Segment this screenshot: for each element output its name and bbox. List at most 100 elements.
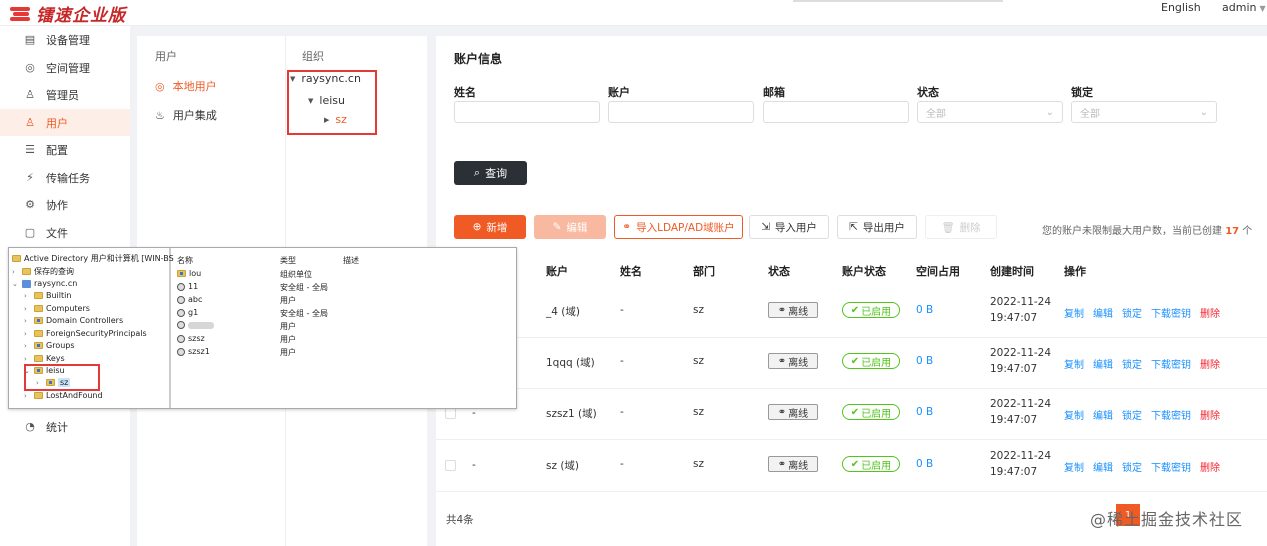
redacted-name	[188, 321, 214, 329]
name-filter-input[interactable]	[454, 101, 600, 123]
name-cell: -	[620, 406, 624, 418]
collab-icon: ⚙	[25, 198, 35, 211]
download-key-link[interactable]: 下载密钥	[1151, 407, 1191, 422]
delete-link[interactable]: 删除	[1200, 459, 1220, 474]
list-item[interactable]: abc	[177, 295, 202, 304]
group-icon	[177, 308, 185, 317]
lock-link[interactable]: 锁定	[1122, 407, 1142, 422]
row-checkbox[interactable]	[445, 460, 456, 471]
copy-link[interactable]: 复制	[1064, 356, 1084, 371]
col-ops: 操作	[1064, 265, 1086, 278]
ad-node-computers[interactable]: › Computers	[24, 304, 90, 313]
export-users-button[interactable]: ⇱ 导出用户	[837, 215, 917, 239]
status-filter-select[interactable]: 全部 ⌄	[917, 101, 1063, 123]
space-cell[interactable]: 0 B	[916, 406, 933, 418]
top-search-bar[interactable]	[793, 0, 1003, 2]
email-filter-input[interactable]	[763, 101, 909, 123]
edit-link[interactable]: 编辑	[1093, 459, 1113, 474]
account-cell: sz (域)	[546, 460, 580, 472]
lock-link[interactable]: 锁定	[1122, 356, 1142, 371]
sidebar-item-stats[interactable]: ◔ 统计	[0, 413, 130, 440]
lock-link[interactable]: 锁定	[1122, 459, 1142, 474]
account-status-badge: ✔ 已启用	[842, 302, 900, 318]
ad-node-keys[interactable]: › Keys	[24, 354, 65, 363]
user-integration-item[interactable]: ♨ 用户集成	[155, 107, 217, 123]
org-tree-leisu[interactable]: ▼ leisu	[308, 94, 345, 107]
sidebar-item-admin[interactable]: ♙ 管理员	[0, 81, 130, 108]
ad-root[interactable]: Active Directory 用户和计算机 [WIN-BS	[12, 253, 174, 264]
user-limit-notice: 您的账户未限制最大用户数，当前已创建 17 个	[1042, 222, 1252, 237]
copy-link[interactable]: 复制	[1064, 305, 1084, 320]
language-switch[interactable]: English	[1161, 1, 1201, 14]
sidebar-item-file[interactable]: ▢ 文件	[0, 219, 130, 246]
logo: 镭速企业版	[10, 1, 126, 26]
ad-node-foreign[interactable]: › ForeignSecurityPrincipals	[24, 329, 147, 338]
copy-link[interactable]: 复制	[1064, 407, 1084, 422]
ad-domain[interactable]: ⌄ raysync.cn	[12, 279, 77, 288]
account-status-text: 已启用	[861, 460, 892, 472]
ad-node-leisu[interactable]: ⌄ leisu	[24, 366, 65, 375]
status-badge: ⚭ 离线	[768, 456, 818, 472]
list-item[interactable]: szsz	[177, 334, 205, 343]
download-key-link[interactable]: 下载密钥	[1151, 305, 1191, 320]
copy-link[interactable]: 复制	[1064, 459, 1084, 474]
list-item[interactable]: lou	[177, 269, 201, 278]
query-button[interactable]: ⌕ 查询	[454, 161, 527, 185]
org-tree-sz[interactable]: ▶ sz	[324, 113, 347, 126]
list-item[interactable]: szsz1	[177, 347, 210, 356]
list-item[interactable]: 11	[177, 282, 198, 291]
edit-link[interactable]: 编辑	[1093, 407, 1113, 422]
sidebar-item-transfer[interactable]: ⚡ 传输任务	[0, 164, 130, 191]
download-key-link[interactable]: 下载密钥	[1151, 356, 1191, 371]
user-integration-label: 用户集成	[172, 109, 217, 122]
ad-node-groups[interactable]: › Groups	[24, 341, 75, 350]
lock-filter-select[interactable]: 全部 ⌄	[1071, 101, 1217, 123]
sidebar-item-config[interactable]: ☰ 配置	[0, 136, 130, 163]
ad-node-builtin[interactable]: › Builtin	[24, 291, 71, 300]
delete-link[interactable]: 删除	[1200, 407, 1220, 422]
col-created: 创建时间	[990, 265, 1034, 278]
ad-node-lostandfound[interactable]: › LostAndFound	[24, 391, 103, 400]
config-icon: ☰	[25, 143, 35, 156]
edit-button[interactable]: ✎ 编辑	[534, 215, 606, 239]
space-cell[interactable]: 0 B	[916, 458, 933, 470]
user-menu[interactable]: admin ▼	[1222, 1, 1266, 14]
sidebar-item-device[interactable]: ▤ 设备管理	[0, 26, 130, 53]
row-actions: 复制 编辑 锁定 下载密钥 删除	[1064, 459, 1220, 474]
created-time: 19:47:07	[990, 312, 1038, 324]
import-users-button[interactable]: ⇲ 导入用户	[749, 215, 829, 239]
import-ldap-button[interactable]: ⚭ 导入LDAP/AD域账户	[614, 215, 743, 239]
entry-name: abc	[188, 295, 203, 304]
created-date: 2022-11-24	[990, 296, 1052, 308]
list-item[interactable]	[177, 321, 214, 329]
folder-icon	[22, 268, 31, 275]
space-cell[interactable]: 0 B	[916, 355, 933, 367]
row-checkbox[interactable]	[445, 408, 456, 419]
account-filter-input[interactable]	[608, 101, 754, 123]
org-tree-root[interactable]: ▼ raysync.cn	[290, 72, 361, 85]
account-cell: szsz1 (域)	[546, 408, 597, 420]
sidebar-item-user[interactable]: ♙ 用户	[0, 109, 130, 136]
table-row: - sz (域) - sz ⚭ 离线 ✔ 已启用 0 B 2022-11-24 19…	[436, 440, 1267, 492]
ad-saved-queries[interactable]: › 保存的查询	[12, 266, 74, 277]
sidebar-item-collab[interactable]: ⚙ 协作	[0, 191, 130, 218]
chevron-right-icon: ›	[24, 354, 27, 363]
chevron-right-icon: ›	[24, 391, 27, 400]
delete-link[interactable]: 删除	[1200, 356, 1220, 371]
space-cell[interactable]: 0 B	[916, 304, 933, 316]
lock-link[interactable]: 锁定	[1122, 305, 1142, 320]
local-users-item[interactable]: ◎ 本地用户	[155, 78, 217, 94]
ad-node-sz[interactable]: › sz	[36, 378, 71, 387]
add-button[interactable]: ⊕ 新增	[454, 215, 526, 239]
delete-button[interactable]: 🗑 删除	[925, 215, 997, 239]
download-key-link[interactable]: 下载密钥	[1151, 459, 1191, 474]
sidebar-item-space[interactable]: ◎ 空间管理	[0, 54, 130, 81]
ad-node-domain-controllers[interactable]: › Domain Controllers	[24, 316, 123, 325]
edit-link[interactable]: 编辑	[1093, 356, 1113, 371]
account-status-badge: ✔ 已启用	[842, 404, 900, 420]
list-item[interactable]: g1	[177, 308, 198, 317]
ad-node-label: Domain Controllers	[46, 316, 124, 325]
delete-link[interactable]: 删除	[1200, 305, 1220, 320]
query-button-label: 查询	[485, 167, 508, 180]
edit-link[interactable]: 编辑	[1093, 305, 1113, 320]
